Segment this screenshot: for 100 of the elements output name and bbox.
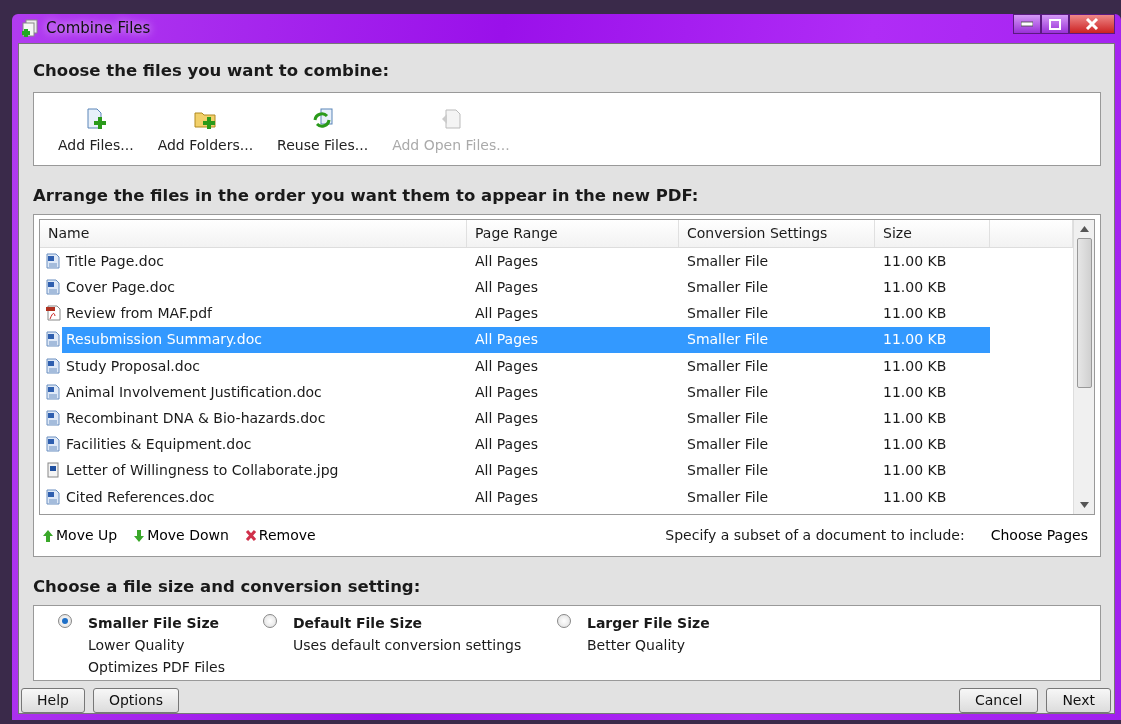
file-name: Title Page.doc (65, 251, 165, 271)
choose-pages-button[interactable]: Choose Pages (990, 525, 1088, 547)
table-cell-text: 11.00 KB (882, 356, 948, 376)
file-name: Cited References.doc (65, 487, 216, 507)
table-cell-text: All Pages (474, 251, 539, 271)
section-heading: Choose the files you want to combine: (33, 59, 391, 82)
file-row[interactable]: Facilities & Equipment.doc All Pages Smaller File 11.00 KB (40, 431, 1073, 458)
file-name: Letter of Willingness to Collaborate.jpg (65, 461, 340, 481)
option-description: Optimizes PDF Files (88, 658, 225, 677)
file-name: Review from MAF.pdf (65, 304, 214, 324)
table-cell-text: Smaller File (686, 435, 770, 455)
table-cell-text: Smaller File (686, 251, 770, 271)
file-row[interactable]: Study Proposal.doc All Pages Smaller File 11.00 KB (40, 353, 1073, 380)
table-cell-text: All Pages (474, 408, 539, 428)
arrow-up-icon (42, 528, 54, 543)
close-button[interactable] (1069, 14, 1115, 34)
toolbar-button[interactable]: Reuse Files... (277, 107, 369, 156)
table-cell-text: Smaller File (686, 304, 770, 324)
option-title: Default File Size (293, 614, 424, 633)
dialog-button[interactable]: Help (21, 688, 85, 713)
column-header[interactable]: Conversion Settings (679, 220, 875, 248)
file-name: Study Proposal.doc (65, 356, 201, 376)
table-cell-text: 11.00 KB (882, 461, 948, 481)
table-cell-text: 11.00 KB (882, 408, 948, 428)
table-cell-text: 11.00 KB (882, 435, 948, 455)
radio-button[interactable] (557, 614, 571, 628)
dialog-button[interactable]: Options (92, 688, 179, 713)
table-cell-text: 11.00 KB (882, 278, 948, 298)
file-row[interactable]: Cover Page.doc All Pages Smaller File 11.00 KB (40, 274, 1073, 301)
list-action-button[interactable]: Remove (244, 525, 316, 547)
column-header[interactable]: Size (875, 220, 990, 248)
scrollbar[interactable] (1073, 220, 1094, 515)
table-cell: Smaller File (679, 326, 875, 353)
minimize-icon (1021, 21, 1033, 27)
file-name: Facilities & Equipment.doc (65, 435, 253, 455)
option-description: Uses default conversion settings (293, 636, 522, 655)
section-heading: Choose a file size and conversion setting: (33, 576, 422, 599)
reuse-icon (311, 107, 334, 130)
table-cell: 11.00 KB (875, 326, 990, 353)
column-header[interactable]: Page Range (467, 220, 679, 248)
word-document-icon (45, 279, 62, 297)
word-document-icon (45, 488, 62, 506)
close-icon (1085, 18, 1099, 30)
list-action-button[interactable]: Move Up (42, 525, 118, 547)
x-icon (244, 528, 257, 543)
file-row[interactable]: Animal Involvement Justification.doc All Pages Smaller File 11.00 KB (40, 379, 1073, 406)
table-cell-text: All Pages (474, 487, 539, 507)
table-cell-text: 11.00 KB (882, 251, 948, 271)
file-name: Cover Page.doc (65, 278, 176, 298)
minimize-button[interactable] (1013, 14, 1041, 34)
table-cell-text: All Pages (474, 304, 539, 324)
table-cell-text: Smaller File (686, 487, 770, 507)
scroll-up-icon[interactable] (1079, 226, 1089, 233)
toolbar-button[interactable]: Add Folders... (157, 107, 254, 156)
file-row[interactable]: Review from MAF.pdf All Pages Smaller File 11.00 KB (40, 300, 1073, 327)
file-row[interactable]: Cited References.doc All Pages Smaller File 11.00 KB (40, 483, 1073, 511)
toolbar-button[interactable]: Add Files... (58, 107, 134, 156)
app-icon (20, 18, 40, 39)
table-cell-text: Smaller File (686, 408, 770, 428)
radio-button[interactable] (58, 614, 72, 628)
word-document-icon (45, 383, 62, 401)
scroll-down-icon[interactable] (1079, 502, 1089, 509)
option-title: Larger File Size (587, 614, 710, 633)
file-name: Recombinant DNA & Bio-hazards.doc (65, 408, 327, 428)
maximize-button[interactable] (1041, 14, 1069, 34)
hint-text: Specify a subset of a document to include: (665, 526, 965, 546)
window-title: Combine Files (46, 18, 151, 40)
dialog-button[interactable]: Cancel (958, 688, 1039, 713)
arrow-down-icon (133, 528, 146, 543)
table-cell-text: Smaller File (686, 278, 770, 298)
table-cell-text: 11.00 KB (882, 382, 948, 402)
file-row[interactable]: Title Page.doc All Pages Smaller File 11.00 KB (40, 248, 1073, 275)
image-file-icon (45, 462, 62, 480)
file-name: Resubmission Summary.doc (62, 326, 467, 353)
word-document-icon (45, 331, 62, 349)
file-add-icon (84, 107, 107, 130)
dialog-button[interactable]: Next (1046, 688, 1111, 713)
column-header[interactable]: Name (40, 220, 467, 248)
table-cell-text: Smaller File (686, 382, 770, 402)
table-cell-text: All Pages (474, 278, 539, 298)
table-cell-text: All Pages (474, 356, 539, 376)
section-heading: Arrange the files in the order you want them to appear in the new PDF: (33, 184, 700, 207)
option-title: Smaller File Size (88, 614, 221, 633)
radio-button[interactable] (263, 614, 277, 628)
file-row[interactable]: Letter of Willingness to Collaborate.jpg All Pages Smaller File 11.00 KB (40, 457, 1073, 484)
file-row[interactable]: Recombinant DNA & Bio-hazards.doc All Pages Smaller File 11.00 KB (40, 405, 1073, 432)
word-document-icon (45, 409, 62, 427)
word-document-icon (45, 252, 62, 270)
option-description: Better Quality (587, 636, 687, 655)
word-document-icon (45, 436, 62, 454)
option-description: Lower Quality (88, 636, 186, 655)
table-cell-text: Smaller File (686, 356, 770, 376)
list-action-button[interactable]: Move Down (133, 525, 229, 547)
pdf-document-icon (45, 305, 62, 323)
table-cell-text: All Pages (474, 382, 539, 402)
table-cell: All Pages (467, 326, 679, 353)
table-cell-text: All Pages (474, 461, 539, 481)
table-cell-text: All Pages (474, 435, 539, 455)
table-cell-text: 11.00 KB (882, 487, 948, 507)
table-cell-text: 11.00 KB (882, 304, 948, 324)
